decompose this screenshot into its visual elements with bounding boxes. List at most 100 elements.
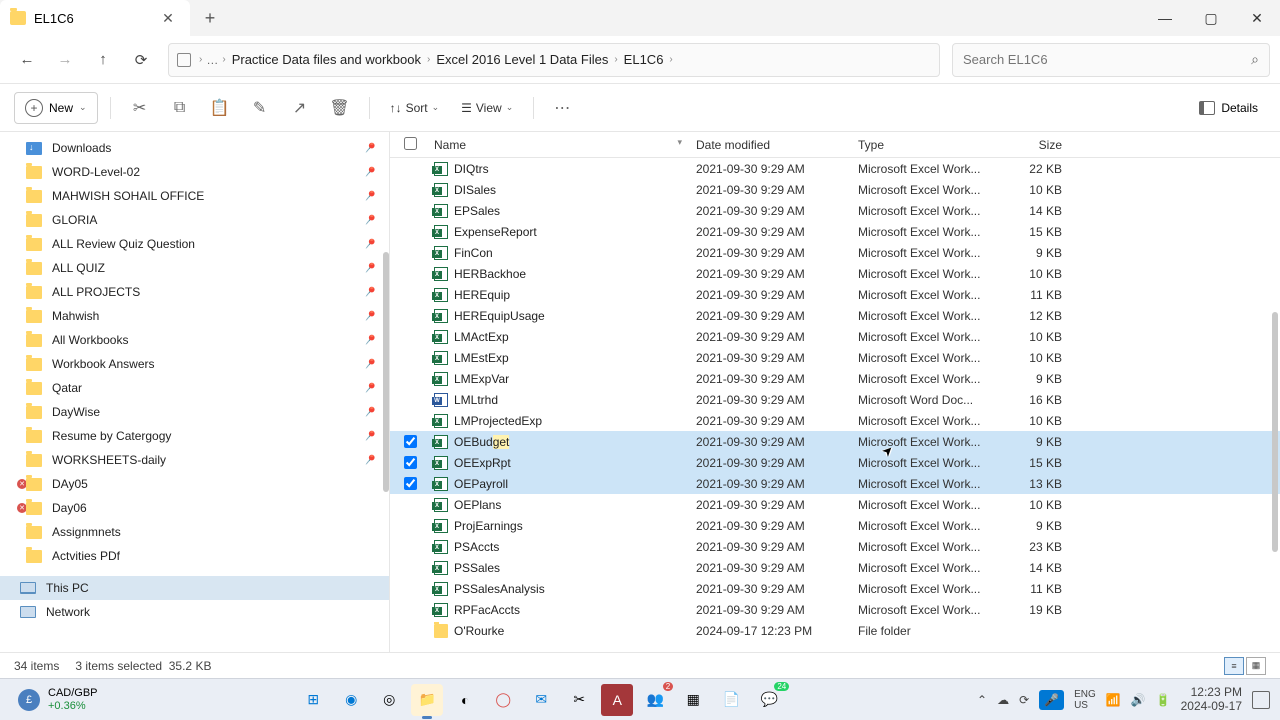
file-row[interactable]: PSAccts2021-09-30 9:29 AMMicrosoft Excel… bbox=[390, 536, 1280, 557]
file-row[interactable]: DISales2021-09-30 9:29 AMMicrosoft Excel… bbox=[390, 179, 1280, 200]
column-name[interactable]: Name▾ bbox=[426, 138, 696, 152]
copy-button[interactable]: ⧉ bbox=[163, 91, 197, 125]
close-window-button[interactable]: ✕ bbox=[1234, 0, 1280, 36]
chevron-icon[interactable]: › bbox=[199, 54, 202, 65]
teams-icon[interactable]: 👥2 bbox=[639, 684, 671, 716]
whatsapp-icon[interactable]: 💬24 bbox=[753, 684, 785, 716]
minimize-button[interactable]: — bbox=[1142, 0, 1188, 36]
sidebar-network[interactable]: Network bbox=[0, 600, 389, 624]
onedrive-icon[interactable]: ☁ bbox=[997, 693, 1009, 707]
sidebar-item[interactable]: ↓Downloads📍 bbox=[0, 136, 389, 160]
app-icon[interactable]: 📄 bbox=[715, 684, 747, 716]
sidebar-item[interactable]: Actvities PDf bbox=[0, 544, 389, 568]
search-icon[interactable]: ⌕ bbox=[1251, 51, 1259, 68]
breadcrumb-segment[interactable]: EL1C6 bbox=[618, 52, 670, 67]
volume-icon[interactable]: 🔊 bbox=[1131, 693, 1146, 707]
up-button[interactable]: ↑ bbox=[86, 43, 120, 77]
thumbnail-view-button[interactable]: ▦ bbox=[1246, 657, 1266, 675]
sidebar-item[interactable]: ✕DAy05 bbox=[0, 472, 389, 496]
sync-icon[interactable]: ⟳ bbox=[1019, 693, 1029, 707]
column-size[interactable]: Size bbox=[994, 138, 1074, 152]
file-row[interactable]: LMLtrhd2021-09-30 9:29 AMMicrosoft Word … bbox=[390, 389, 1280, 410]
start-button[interactable]: ⊞ bbox=[297, 684, 329, 716]
file-row[interactable]: HEREquip2021-09-30 9:29 AMMicrosoft Exce… bbox=[390, 284, 1280, 305]
file-explorer-icon[interactable]: 📁 bbox=[411, 684, 443, 716]
file-row[interactable]: RPFacAccts2021-09-30 9:29 AMMicrosoft Ex… bbox=[390, 599, 1280, 620]
sidebar-item[interactable]: All Workbooks📍 bbox=[0, 328, 389, 352]
app-icon[interactable]: ◯ bbox=[487, 684, 519, 716]
paste-button[interactable]: 📋 bbox=[203, 91, 237, 125]
file-row[interactable]: OEPlans2021-09-30 9:29 AMMicrosoft Excel… bbox=[390, 494, 1280, 515]
refresh-button[interactable]: ⟳ bbox=[124, 43, 158, 77]
file-list-scrollbar[interactable] bbox=[1272, 312, 1278, 552]
ellipsis-icon[interactable]: … bbox=[206, 53, 218, 67]
file-row[interactable]: LMExpVar2021-09-30 9:29 AMMicrosoft Exce… bbox=[390, 368, 1280, 389]
details-view-button[interactable]: ≡ bbox=[1224, 657, 1244, 675]
sort-button[interactable]: ↑↓ Sort ⌄ bbox=[382, 95, 448, 121]
sidebar-item[interactable]: WORKSHEETS-daily📍 bbox=[0, 448, 389, 472]
search-input[interactable] bbox=[963, 52, 1251, 67]
delete-button[interactable]: 🗑 bbox=[323, 91, 357, 125]
file-row[interactable]: O'Rourke2024-09-17 12:23 PMFile folder bbox=[390, 620, 1280, 641]
sidebar-item[interactable]: GLORIA📍 bbox=[0, 208, 389, 232]
app-icon[interactable]: ▦ bbox=[677, 684, 709, 716]
access-icon[interactable]: A bbox=[601, 684, 633, 716]
file-row[interactable]: LMActExp2021-09-30 9:29 AMMicrosoft Exce… bbox=[390, 326, 1280, 347]
sidebar-item[interactable]: Mahwish📍 bbox=[0, 304, 389, 328]
sidebar-item[interactable]: DayWise📍 bbox=[0, 400, 389, 424]
file-row[interactable]: LMProjectedExp2021-09-30 9:29 AMMicrosof… bbox=[390, 410, 1280, 431]
view-button[interactable]: ☰ View ⌄ bbox=[453, 95, 521, 121]
window-tab[interactable]: EL1C6 ✕ bbox=[0, 0, 190, 36]
sidebar-item[interactable]: MAHWISH SOHAIL OFFICE📍 bbox=[0, 184, 389, 208]
breadcrumb-segment[interactable]: Excel 2016 Level 1 Data Files bbox=[430, 52, 614, 67]
file-row[interactable]: ProjEarnings2021-09-30 9:29 AMMicrosoft … bbox=[390, 515, 1280, 536]
sidebar-item[interactable]: ✕Day06 bbox=[0, 496, 389, 520]
sidebar-this-pc[interactable]: This PC bbox=[0, 576, 389, 600]
maximize-button[interactable]: ▢ bbox=[1188, 0, 1234, 36]
file-row[interactable]: OEExpRpt2021-09-30 9:29 AMMicrosoft Exce… bbox=[390, 452, 1280, 473]
row-checkbox[interactable] bbox=[404, 456, 417, 469]
outlook-icon[interactable]: ✉ bbox=[525, 684, 557, 716]
weather-widget[interactable]: £ CAD/GBP +0.36% bbox=[10, 687, 106, 711]
snipping-icon[interactable]: ✂ bbox=[563, 684, 595, 716]
sidebar-item[interactable]: ALL Review Quiz Question📍 bbox=[0, 232, 389, 256]
breadcrumb-segment[interactable]: Practice Data files and workbook bbox=[226, 52, 427, 67]
wifi-icon[interactable]: 📶 bbox=[1106, 693, 1121, 707]
sidebar-item[interactable]: WORD-Level-02📍 bbox=[0, 160, 389, 184]
file-row[interactable]: OEBudget2021-09-30 9:29 AMMicrosoft Exce… bbox=[390, 431, 1280, 452]
details-pane-button[interactable]: Details bbox=[1191, 95, 1266, 121]
sidebar-item[interactable]: Assignmnets bbox=[0, 520, 389, 544]
sidebar-item[interactable]: Workbook Answers📍 bbox=[0, 352, 389, 376]
breadcrumb[interactable]: › … › Practice Data files and workbook ›… bbox=[168, 43, 940, 77]
tray-chevron-icon[interactable]: ⌃ bbox=[977, 693, 987, 707]
select-all-checkbox[interactable] bbox=[404, 137, 426, 153]
sidebar-item[interactable]: Qatar📍 bbox=[0, 376, 389, 400]
chrome-icon[interactable]: ◎ bbox=[373, 684, 405, 716]
file-row[interactable]: PSSales2021-09-30 9:29 AMMicrosoft Excel… bbox=[390, 557, 1280, 578]
new-tab-button[interactable]: + bbox=[194, 2, 226, 34]
file-row[interactable]: DIQtrs2021-09-30 9:29 AMMicrosoft Excel … bbox=[390, 158, 1280, 179]
row-checkbox[interactable] bbox=[404, 477, 417, 490]
sidebar-scrollbar[interactable] bbox=[383, 252, 389, 492]
column-type[interactable]: Type bbox=[858, 138, 994, 152]
sidebar-item[interactable]: ALL QUIZ📍 bbox=[0, 256, 389, 280]
search-box[interactable]: ⌕ bbox=[952, 43, 1270, 77]
forward-button[interactable]: → bbox=[48, 43, 82, 77]
edge-icon[interactable]: ◉ bbox=[335, 684, 367, 716]
share-button[interactable]: ↗ bbox=[283, 91, 317, 125]
more-button[interactable]: ⋯ bbox=[546, 91, 580, 125]
back-button[interactable]: ← bbox=[10, 43, 44, 77]
file-row[interactable]: EPSales2021-09-30 9:29 AMMicrosoft Excel… bbox=[390, 200, 1280, 221]
file-row[interactable]: OEPayroll2021-09-30 9:29 AMMicrosoft Exc… bbox=[390, 473, 1280, 494]
app-icon[interactable]: ◐ bbox=[449, 684, 481, 716]
new-button[interactable]: + New ⌄ bbox=[14, 92, 98, 124]
mic-icon[interactable]: 🎤 bbox=[1039, 690, 1064, 710]
file-row[interactable]: HERBackhoe2021-09-30 9:29 AMMicrosoft Ex… bbox=[390, 263, 1280, 284]
row-checkbox[interactable] bbox=[404, 435, 417, 448]
notifications-button[interactable] bbox=[1252, 691, 1270, 709]
column-date[interactable]: Date modified bbox=[696, 138, 858, 152]
file-row[interactable]: LMEstExp2021-09-30 9:29 AMMicrosoft Exce… bbox=[390, 347, 1280, 368]
sidebar-item[interactable]: ALL PROJECTS📍 bbox=[0, 280, 389, 304]
battery-icon[interactable]: 🔋 bbox=[1156, 693, 1171, 707]
chevron-icon[interactable]: › bbox=[669, 54, 672, 65]
